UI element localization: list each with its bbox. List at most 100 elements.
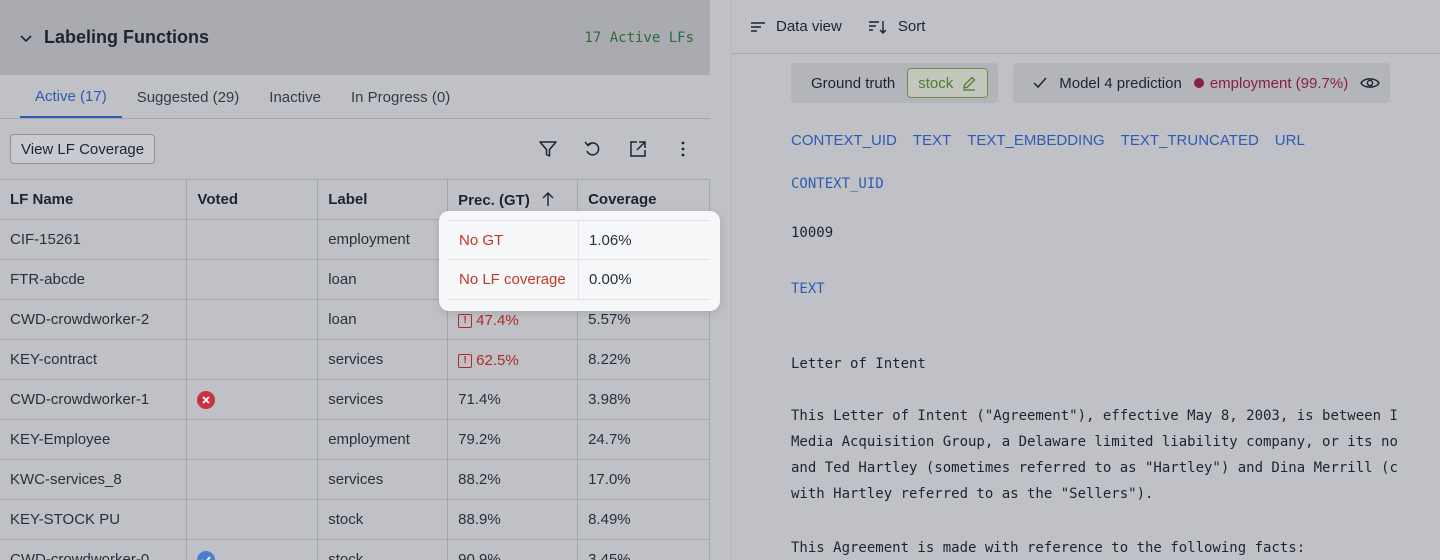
label-cell: stock [317,539,449,560]
col-lf-name[interactable]: LF Name [0,179,188,220]
prediction-label: Model 4 prediction [1059,74,1182,92]
voted-cell [186,259,319,300]
lf-name: CWD-crowdworker-2 [0,299,188,340]
precision-cell: 79.2% [447,419,579,460]
coverage-cell: 8.49% [577,499,710,540]
table-row[interactable]: KEY-STOCK PU stock 88.9% 8.49% [0,499,710,540]
precision-cell: 88.2% [447,459,579,500]
toolbar-icons [530,134,700,164]
eye-icon[interactable] [1360,76,1381,90]
label-cell: services [317,339,449,380]
voted-cell [186,339,319,380]
lf-panel-header[interactable]: Labeling Functions 17 Active LFs [0,0,710,75]
table-row[interactable]: KEY-Employee employment 79.2% 24.7% [0,419,710,460]
label-cell: employment [317,419,449,460]
active-lf-count: 17 Active LFs [584,29,694,46]
voted-no-icon [197,390,216,409]
prediction-chip: Model 4 prediction employment (99.7%) [1013,63,1391,103]
lf-name: CWD-crowdworker-1 [0,379,188,420]
tab-in-progress[interactable]: In Progress (0) [336,89,465,118]
voted-cell [186,219,319,260]
label-cell: loan [317,299,449,340]
lf-name: CWD-crowdworker-0 [0,539,188,560]
table-row[interactable]: KWC-services_8 services 88.2% 17.0% [0,459,710,500]
more-vertical-icon[interactable] [665,134,700,164]
sort-icon [868,20,887,34]
precision-value: No LF coverage [449,259,579,300]
tab-inactive[interactable]: Inactive [254,89,336,118]
label-cell: services [317,379,449,420]
coverage-value: 0.00% [589,271,632,288]
precision-value: 62.5% [476,352,519,370]
pencil-icon [963,76,976,91]
tab-active[interactable]: Active (17) [20,88,122,118]
highlight-row: No GT 1.06% [449,220,709,260]
sort-asc-icon[interactable] [542,191,554,209]
data-viewer-panel: Data view Sort Ground truth stock Model … [731,0,1440,560]
data-view-button[interactable]: Data view [750,18,842,35]
label-cell: services [317,459,449,500]
sort-label: Sort [897,18,926,35]
lf-toolbar: View LF Coverage [0,119,710,179]
table-row[interactable]: CWD-crowdworker-1 services 71.4% 3.98% [0,379,710,420]
lf-name: KEY-contract [0,339,188,380]
ground-truth-chip: Ground truth stock [791,63,999,103]
check-icon [1033,77,1047,89]
chevron-down-icon[interactable] [18,30,34,46]
field-text-embedding[interactable]: TEXT_EMBEDDING [967,132,1105,149]
coverage-cell: 8.22% [577,339,710,380]
precision-cell: ! 62.5% [447,339,579,380]
field-text[interactable]: TEXT [913,132,951,149]
coverage-cell: 3.45% [577,539,710,560]
table-row[interactable]: KEY-contract services ! 62.5% 8.22% [0,339,710,380]
lf-panel-title: Labeling Functions [44,27,209,47]
lf-name: CIF-15261 [0,219,188,260]
field-url[interactable]: URL [1275,132,1305,149]
view-lf-coverage-button[interactable]: View LF Coverage [10,134,156,164]
ground-truth-pill[interactable]: stock [907,68,989,98]
lf-tabs: Active (17) Suggested (29) Inactive In P… [0,75,710,119]
coverage-cell: 17.0% [577,459,710,500]
lf-name: FTR-abcde [0,259,188,300]
sort-button[interactable]: Sort [868,18,926,35]
label-cell: employment [317,219,449,260]
context-uid-value: 10009 [791,225,834,241]
precision-value: No GT [449,220,579,260]
col-precision-label: Prec. (GT) [458,191,530,209]
precision-value: 47.4% [476,312,519,330]
tab-suggested[interactable]: Suggested (29) [122,89,255,118]
highlight-callout: No GT 1.06% No LF coverage 0.00% [439,211,720,311]
external-link-icon[interactable] [620,134,655,164]
ground-truth-label: Ground truth [811,74,896,92]
field-text-truncated[interactable]: TEXT_TRUNCATED [1121,132,1259,149]
voted-cell [186,299,319,340]
ground-truth-value: stock [918,74,954,92]
voted-cell [186,539,319,560]
coverage-value: 1.06% [589,231,632,249]
data-view-label: Data view [776,18,842,35]
precision-cell: 88.9% [447,499,579,540]
warning-icon: ! [458,353,473,368]
lf-name: KWC-services_8 [0,459,188,500]
voted-cell [186,459,319,500]
context-uid-heading: CONTEXT_UID [791,176,884,192]
filter-icon[interactable] [530,134,565,164]
voted-cell [186,499,319,540]
lf-name: KEY-STOCK PU [0,499,188,540]
doc-paragraph: This Letter of Intent ("Agreement"), eff… [791,408,1398,502]
data-toolbar: Data view Sort [732,0,1440,54]
voted-yes-icon [197,550,216,560]
prediction-dot-icon [1193,78,1204,88]
label-cell: stock [317,499,449,540]
col-label[interactable]: Label [317,179,449,220]
coverage-cell: 3.98% [577,379,710,420]
undo-icon[interactable] [575,134,610,164]
col-voted[interactable]: Voted [186,179,319,220]
voted-cell [186,379,319,420]
prediction-value: employment (99.7%) [1209,74,1349,92]
warning-icon: ! [458,313,473,328]
label-cell: loan [317,259,449,300]
field-links: CONTEXT_UID TEXT TEXT_EMBEDDING TEXT_TRU… [732,132,1440,149]
field-context-uid[interactable]: CONTEXT_UID [791,132,897,149]
table-row[interactable]: CWD-crowdworker-0 stock 90.9% 3.45% [0,539,710,560]
